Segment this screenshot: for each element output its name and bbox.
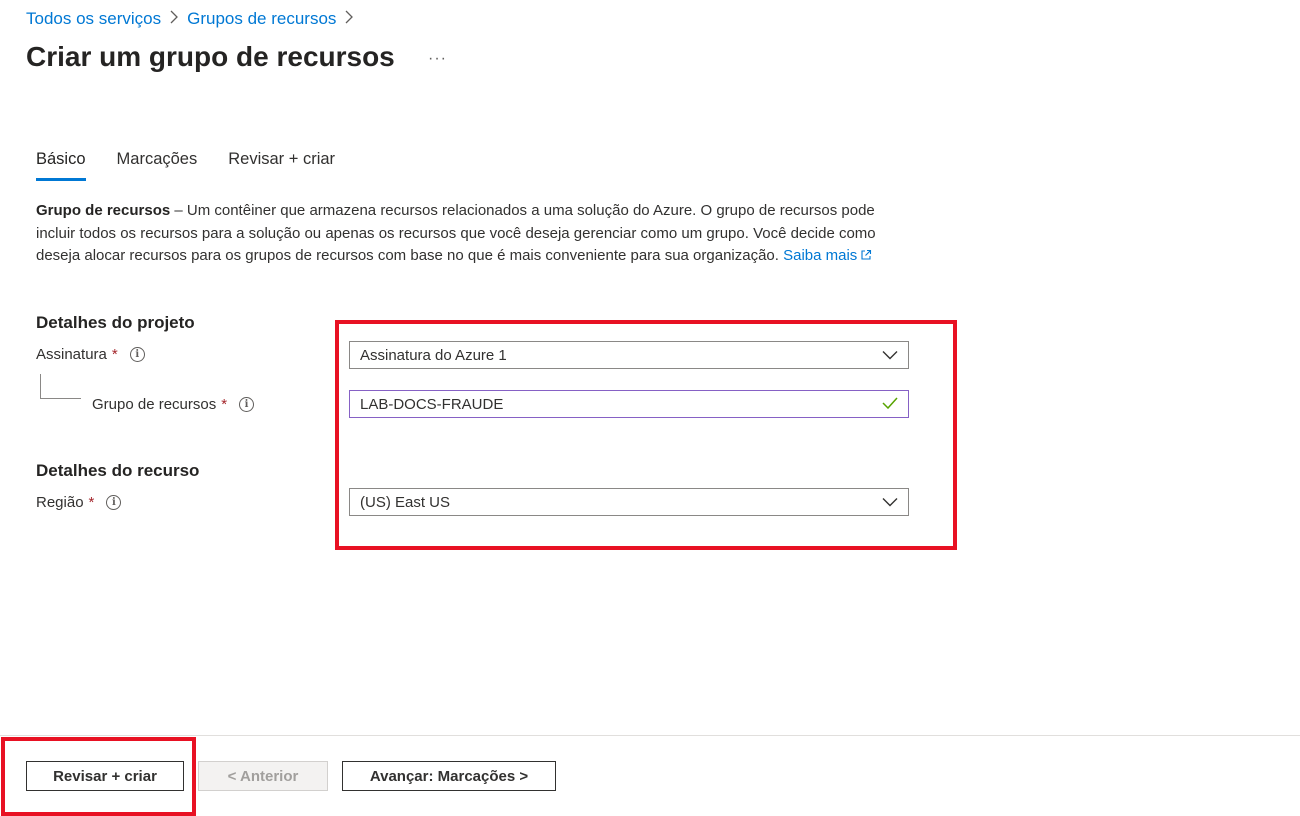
region-label: Região * i	[36, 494, 122, 511]
footer-divider	[0, 735, 1300, 736]
next-button[interactable]: Avançar: Marcações >	[342, 761, 556, 791]
ellipsis-icon[interactable]: ···	[428, 50, 447, 68]
highlight-box-fields	[335, 320, 957, 550]
chevron-right-icon	[344, 10, 354, 28]
resource-group-label: Grupo de recursos * i	[92, 396, 255, 413]
description: Grupo de recursos – Um contêiner que arm…	[36, 200, 896, 269]
project-details-heading: Detalhes do projeto	[36, 313, 195, 332]
tab-tags[interactable]: Marcações	[117, 150, 198, 181]
breadcrumb-resource-groups[interactable]: Grupos de recursos	[187, 9, 336, 29]
tree-connector	[40, 374, 81, 399]
resource-details-heading: Detalhes do recurso	[36, 461, 200, 480]
required-marker: *	[221, 396, 228, 413]
tab-review-create[interactable]: Revisar + criar	[228, 150, 335, 181]
info-icon[interactable]: i	[129, 347, 145, 362]
breadcrumb-all-services[interactable]: Todos os serviços	[26, 9, 161, 29]
required-marker: *	[111, 346, 118, 363]
tab-bar: Básico Marcações Revisar + criar	[36, 150, 366, 181]
info-icon[interactable]: i	[239, 397, 255, 412]
chevron-right-icon	[169, 10, 179, 28]
subscription-label: Assinatura * i	[36, 346, 145, 363]
tab-basics[interactable]: Básico	[36, 150, 86, 181]
external-link-icon	[860, 246, 872, 269]
info-icon[interactable]: i	[106, 495, 122, 510]
page-title: Criar um grupo de recursos	[26, 41, 395, 72]
learn-more-link[interactable]: Saiba mais	[783, 247, 872, 264]
previous-button[interactable]: < Anterior	[198, 761, 328, 791]
required-marker: *	[88, 494, 95, 511]
breadcrumb: Todos os serviços Grupos de recursos	[26, 9, 362, 29]
highlight-box-review	[1, 737, 196, 816]
description-term: Grupo de recursos	[36, 202, 171, 219]
